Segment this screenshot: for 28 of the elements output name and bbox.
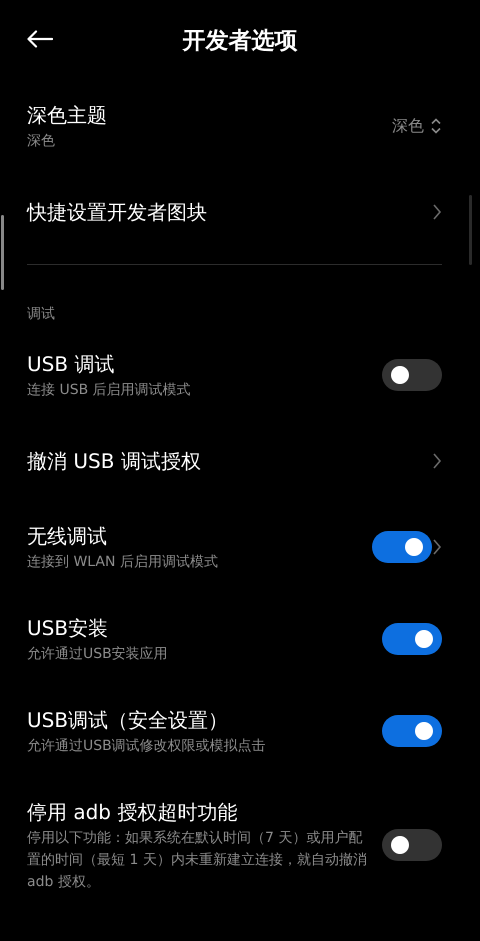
- setting-title[interactable]: 快捷设置开发者图块: [27, 197, 420, 227]
- setting-description: 允许通过USB安装应用: [27, 645, 169, 664]
- section-header: 调试: [26, 305, 56, 324]
- chevron-right-icon[interactable]: [432, 538, 442, 556]
- setting-title[interactable]: 深色主题: [27, 100, 380, 130]
- toggle-switch[interactable]: [382, 715, 442, 747]
- setting-description: 深色: [27, 132, 56, 151]
- setting-title[interactable]: USB调试（安全设置）: [27, 705, 370, 735]
- setting-title[interactable]: 撤消 USB 调试授权: [27, 446, 420, 476]
- page-title: 开发者选项: [182, 26, 298, 56]
- setting-title[interactable]: 停用 adb 授权超时功能: [27, 797, 370, 827]
- setting-description: 连接到 WLAN 后启用调试模式: [27, 553, 219, 572]
- setting-value[interactable]: 深色: [392, 116, 424, 136]
- toggle-switch[interactable]: [372, 531, 432, 563]
- up-down-icon[interactable]: [430, 117, 442, 135]
- toggle-switch[interactable]: [382, 359, 442, 391]
- toggle-switch[interactable]: [382, 829, 442, 861]
- scroll-bar: [469, 195, 472, 265]
- setting-description: 连接 USB 后启用调试模式: [27, 381, 192, 400]
- setting-description: 停用以下功能：如果系统在默认时间（7 天）或用户配置的时间（最短 1 天）内未重新建立连接，就自动撤消 adb 授权。: [27, 829, 368, 892]
- setting-title[interactable]: USB安装: [27, 613, 370, 643]
- setting-title[interactable]: 无线调试: [27, 521, 360, 551]
- chevron-right-icon[interactable]: [432, 452, 442, 470]
- setting-title[interactable]: USB 调试: [27, 349, 370, 379]
- back-icon[interactable]: [27, 30, 53, 48]
- toggle-switch[interactable]: [382, 623, 442, 655]
- chevron-right-icon[interactable]: [432, 203, 442, 221]
- setting-description: 允许通过USB调试修改权限或模拟点击: [27, 737, 267, 756]
